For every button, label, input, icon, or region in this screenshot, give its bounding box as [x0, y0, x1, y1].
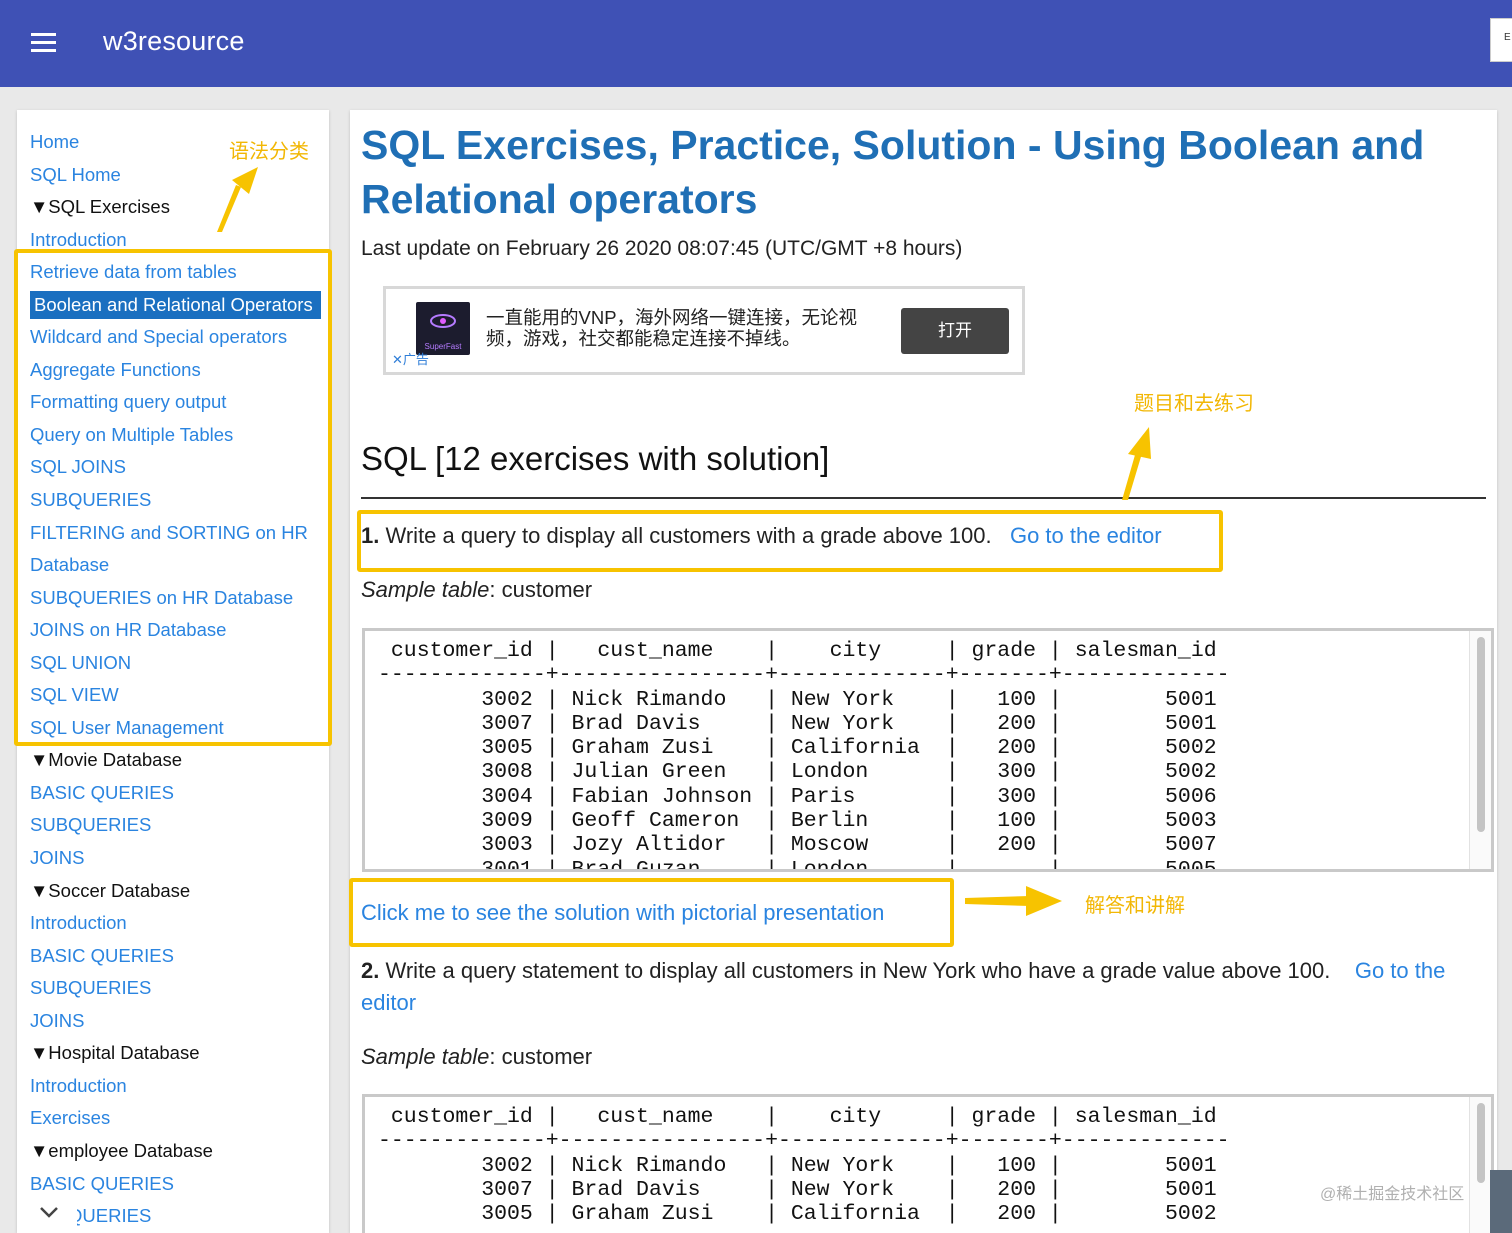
sample-value: : customer [489, 1044, 593, 1069]
ad-close-tag[interactable]: ✕广告 [392, 349, 429, 368]
sample-label: Sample table [361, 1044, 490, 1069]
sample-label: Sample table [361, 577, 490, 602]
menu-icon[interactable] [31, 33, 56, 53]
sidebar-item-label: Introduction [30, 912, 127, 934]
watermark: @稀土掘金技术社区 [1320, 1186, 1465, 1203]
sidebar-item-label: BASIC QUERIES [30, 944, 174, 966]
annotation-box-question [357, 510, 1223, 572]
sidebar-item[interactable]: SUBQUERIES [30, 809, 326, 842]
section-title: SQL [12 exercises with solution] [361, 440, 830, 477]
sidebar-item[interactable]: BASIC QUERIES [30, 777, 326, 810]
sample-table-text: customer_id | cust_name | city | grade |… [378, 1105, 1230, 1227]
sidebar-item[interactable]: Introduction [30, 907, 326, 940]
sidebar-section-heading[interactable]: ▼Soccer Database [30, 875, 326, 908]
sample-table-text: customer_id | cust_name | city | grade |… [378, 639, 1230, 872]
sidebar-section-heading[interactable]: ▼employee Database [30, 1135, 326, 1168]
sidebar-item-label: ▼Soccer Database [30, 879, 191, 901]
annotation-box-solution [349, 878, 954, 947]
corner-image [1490, 1170, 1512, 1233]
divider [361, 497, 1486, 499]
ad-text: 一直能用的VNP，海外网络一键连接，无论视频，游戏，社交都能稳定连接不掉线。 [486, 307, 858, 349]
question-number: 2. [361, 958, 380, 983]
scrollbar-thumb[interactable] [1477, 1103, 1485, 1183]
sidebar-item-label: SUBQUERIES [30, 814, 152, 836]
sidebar-item-label: ▼Hospital Database [30, 1042, 200, 1064]
sidebar-item[interactable]: JOINS [30, 842, 326, 875]
annotation-box-sidebar [14, 249, 332, 746]
sidebar-section-heading[interactable]: ▼Movie Database [30, 744, 326, 777]
sidebar-item-label: JOINS [30, 1009, 85, 1031]
sample-value: : customer [489, 577, 593, 602]
top-app-bar: w3resource E [0, 0, 1512, 87]
sidebar-item[interactable]: JOINS [30, 1005, 326, 1038]
sidebar-item-label: BASIC QUERIES [30, 1172, 174, 1194]
sidebar-section-heading[interactable]: ▼SQL Exercises [30, 191, 326, 224]
sample-table-label: Sample table: customer [361, 1044, 592, 1070]
sidebar-item-label: Home [30, 131, 80, 152]
sidebar-item-label: ▼SQL Exercises [30, 196, 170, 218]
sidebar-item-label: SQL Home [30, 163, 121, 185]
sidebar-item-label: JOINS [30, 847, 85, 869]
sidebar-item-label: Introduction [30, 1074, 127, 1096]
eye-icon [430, 314, 456, 328]
page-title: SQL Exercises, Practice, Solution - Usin… [361, 122, 1425, 222]
sidebar-item-label: Introduction [30, 228, 127, 250]
sidebar-item-label: SUBQUERIES [30, 977, 152, 999]
sidebar-collapse-button[interactable] [17, 1192, 77, 1233]
scrollbar[interactable] [1469, 631, 1491, 869]
annotation-label-solution: 解答和讲解 [1085, 895, 1185, 917]
question-text: Write a query statement to display all c… [385, 958, 1331, 983]
annotation-label-syntax: 语法分类 [229, 141, 309, 163]
last-update: Last update on February 26 2020 08:07:45… [361, 237, 963, 260]
sidebar-item-label: ▼employee Database [30, 1139, 213, 1161]
scrollbar[interactable] [1469, 1097, 1491, 1233]
scrollbar-thumb[interactable] [1477, 637, 1485, 832]
chevron-down-icon [40, 1207, 58, 1218]
advertisement[interactable]: SuperFast 一直能用的VNP，海外网络一键连接，无论视频，游戏，社交都能… [383, 286, 1025, 375]
top-right-tab[interactable]: E [1490, 18, 1512, 62]
ad-open-button[interactable]: 打开 [901, 308, 1009, 354]
question-2: 2. Write a query statement to display al… [361, 955, 1471, 1019]
sidebar-item[interactable]: Introduction [30, 1070, 326, 1103]
annotation-label-question: 题目和去练习 [1134, 393, 1254, 415]
sidebar-item-label: Exercises [30, 1107, 111, 1129]
sidebar-item-label: BASIC QUERIES [30, 781, 174, 803]
sample-table-label: Sample table: customer [361, 577, 592, 603]
ad-logo: SuperFast [416, 302, 470, 355]
main-content: SQL Exercises, Practice, Solution - Usin… [350, 110, 1497, 1233]
sample-table-box[interactable]: customer_id | cust_name | city | grade |… [362, 1094, 1494, 1233]
sample-table-box[interactable]: customer_id | cust_name | city | grade |… [362, 628, 1494, 872]
sidebar-section-heading[interactable]: ▼Hospital Database [30, 1037, 326, 1070]
sidebar-item[interactable]: Exercises [30, 1102, 326, 1135]
sidebar-item[interactable]: BASIC QUERIES [30, 940, 326, 973]
brand-logo[interactable]: w3resource [103, 26, 245, 57]
sidebar-item[interactable]: SUBQUERIES [30, 972, 326, 1005]
sidebar-item-label: ▼Movie Database [30, 749, 182, 771]
